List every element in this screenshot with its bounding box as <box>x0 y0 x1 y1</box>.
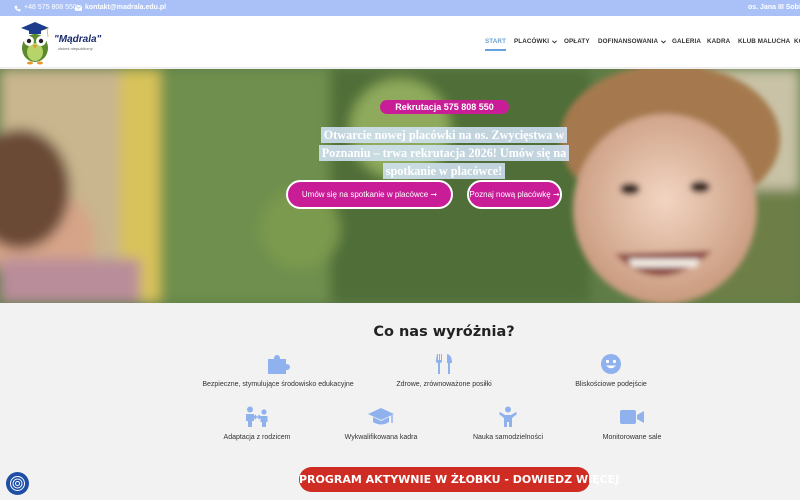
hero-headline-wrap: Otwarcie nowej placówki na os. Zwycięstw… <box>300 126 588 180</box>
child-icon <box>499 406 517 427</box>
nav-label: OPŁATY <box>564 38 590 45</box>
nav-kadra[interactable]: KADRA <box>707 38 730 45</box>
parent-child-icon <box>246 406 268 427</box>
nav-dofinansowania[interactable]: DOFINANSOWANIA <box>598 38 667 45</box>
nav-label: PLACÓWKI <box>514 38 550 45</box>
logo-subtitle: żłobek niepubliczny <box>58 46 93 51</box>
feature-close-approach: Bliskościowe podejście <box>521 353 701 388</box>
feature-monitored-rooms: Monitorowane sale <box>542 406 722 441</box>
feature-label: Bezpieczne, stymulujące środowisko eduka… <box>202 381 354 388</box>
feature-healthy-meals: Zdrowe, zrównoważone posiłki <box>354 353 534 388</box>
logo-name: "Mądrala" <box>54 34 102 45</box>
nav-placowki[interactable]: PLACÓWKI <box>514 38 558 45</box>
hero-headline: Otwarcie nowej placówki na os. Zwycięstw… <box>318 127 570 179</box>
new-facility-button[interactable]: Poznaj nową placówkę ➞ <box>467 180 562 209</box>
nav-label: START <box>485 38 507 45</box>
graduation-cap-icon <box>368 408 394 425</box>
fingerprint-icon <box>10 476 25 491</box>
feature-label: Zdrowe, zrównoważone posiłki <box>396 381 492 388</box>
cutlery-icon <box>436 354 452 374</box>
chevron-down-icon <box>661 39 667 44</box>
site-logo[interactable]: "Mądrala" żłobek niepubliczny <box>18 20 102 65</box>
nav-start[interactable]: START <box>485 38 507 51</box>
nav-galeria[interactable]: GALERIA <box>672 38 701 45</box>
program-button[interactable]: PROGRAM AKTYWNIE W ŻŁOBKU - DOWIEDZ WIĘC… <box>299 467 619 492</box>
phone-number: +48 575 808 550 <box>24 4 77 11</box>
feature-safe-environment: Bezpieczne, stymulujące środowisko eduka… <box>188 353 368 388</box>
hero-banner: Rekrutacja 575 808 550 Otwarcie nowej pl… <box>0 69 800 303</box>
location-text: os. Jana III Sobies <box>748 4 800 11</box>
topbar-location[interactable]: os. Jana III Sobies <box>748 0 800 16</box>
book-meeting-button[interactable]: Umów się na spotkanie w placówce ➞ <box>286 180 453 209</box>
nav-kontakt[interactable]: KO <box>794 38 800 45</box>
nav-label: KLUB MALUCHA <box>738 38 791 45</box>
nav-label: DOFINANSOWANIA <box>598 38 659 45</box>
topbar-phone[interactable]: +48 575 808 550 <box>14 0 77 16</box>
recruitment-badge: Rekrutacja 575 808 550 <box>380 100 509 114</box>
envelope-icon <box>75 5 82 11</box>
smile-icon <box>601 354 621 374</box>
puzzle-icon <box>268 355 290 374</box>
topbar-email[interactable]: kontakt@madrala.edu.pl <box>75 0 166 16</box>
top-bar: +48 575 808 550 kontakt@madrala.edu.pl o… <box>0 0 800 16</box>
nav-label: KO <box>794 38 800 45</box>
site-header: "Mądrala" żłobek niepubliczny START PLAC… <box>0 16 800 68</box>
feature-label: Bliskościowe podejście <box>575 381 647 388</box>
accessibility-button[interactable] <box>6 472 29 495</box>
features-title: Co nas wyróżnia? <box>373 324 515 340</box>
nav-label: GALERIA <box>672 38 702 45</box>
owl-mascot-icon <box>21 22 49 65</box>
phone-icon <box>14 5 21 11</box>
feature-label: Monitorowane sale <box>602 434 662 441</box>
chevron-down-icon <box>552 39 558 44</box>
nav-oplaty[interactable]: OPŁATY <box>564 38 590 45</box>
email-address: kontakt@madrala.edu.pl <box>85 4 167 11</box>
video-camera-icon <box>620 410 644 424</box>
nav-label: KADRA <box>707 38 731 45</box>
nav-klub-malucha[interactable]: KLUB MALUCHA <box>738 38 790 45</box>
